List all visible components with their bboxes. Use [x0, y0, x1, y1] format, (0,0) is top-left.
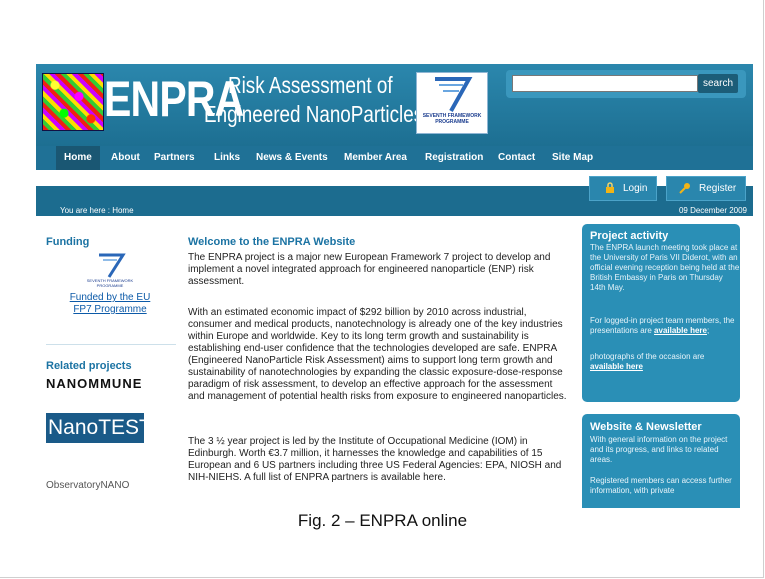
funding-link-line2: FP7 Programme	[73, 304, 147, 315]
nav-item-partners[interactable]: Partners	[154, 146, 195, 170]
search-area: search	[506, 70, 746, 98]
login-label: Login	[623, 183, 648, 194]
impact-paragraph: With an estimated economic impact of $29…	[188, 307, 567, 402]
search-button[interactable]: search	[698, 74, 738, 93]
nav-item-contact[interactable]: Contact	[498, 146, 535, 170]
nav-item-member-area[interactable]: Member Area	[344, 146, 407, 170]
website-screenshot: ENPRA Risk Assessment of Engineered Nano…	[36, 64, 753, 508]
figure-caption: Fig. 2 – ENPRA online	[297, 511, 468, 530]
nanoparticle-mosaic-logo	[42, 73, 104, 131]
funding-link-line1: Funded by the EU	[69, 292, 151, 303]
fp7-label: SEVENTH FRAMEWORK PROGRAMME	[422, 113, 482, 125]
main-nav: Home About Partners Links News & Events …	[36, 146, 753, 170]
members-text: Registered members can access further in…	[590, 476, 732, 495]
register-label: Register	[699, 183, 737, 194]
presentations-link[interactable]: available here	[654, 326, 707, 335]
register-button[interactable]: Register	[666, 176, 746, 201]
funding-heading: Funding	[46, 236, 90, 248]
welcome-heading: Welcome to the ENPRA Website	[188, 236, 356, 248]
photos-text: photographs of the occasion are	[590, 352, 705, 361]
header-banner: ENPRA Risk Assessment of Engineered Nano…	[36, 64, 753, 146]
site-title-line1: Risk Assessment of	[228, 72, 393, 98]
key-icon	[679, 183, 690, 194]
photos-link[interactable]: available here	[590, 362, 643, 371]
nanommune-logo[interactable]: NANOMMUNE	[46, 376, 142, 391]
fp7-seven-small-icon	[99, 253, 126, 278]
project-activity-box: Project activity The ENPRA launch meetin…	[582, 224, 740, 402]
nav-item-about[interactable]: About	[111, 146, 140, 170]
nav-item-links[interactable]: Links	[214, 146, 240, 170]
photos-link-line: available here	[590, 362, 740, 372]
project-paragraph: The 3 ½ year project is led by the Insti…	[188, 436, 562, 483]
current-date: 09 December 2009	[678, 206, 747, 215]
newsletter-text: With general information on the project …	[590, 435, 728, 464]
presentations-text: For logged-in project team members, the …	[590, 316, 740, 336]
observatorynano-logo[interactable]: ObservatoryNANO	[46, 480, 129, 491]
project-activity-text: The ENPRA launch meeting took place at t…	[590, 243, 740, 292]
fp7-logo: SEVENTH FRAMEWORK PROGRAMME	[416, 72, 488, 134]
nav-item-site-map[interactable]: Site Map	[552, 146, 593, 170]
fp7-small-label: SEVENTH FRAMEWORK PROGRAMME	[86, 278, 134, 288]
funding-link[interactable]: Funded by the EU FP7 Programme	[60, 292, 160, 316]
nav-item-news-events[interactable]: News & Events	[256, 146, 328, 170]
site-header: ENPRA Risk Assessment of Engineered Nano…	[36, 64, 753, 216]
intro-paragraph: The ENPRA project is a major new Europea…	[188, 252, 551, 287]
login-button[interactable]: Login	[589, 176, 657, 201]
project-activity-heading: Project activity	[590, 230, 669, 242]
left-divider	[46, 344, 176, 345]
search-input[interactable]	[512, 75, 698, 92]
fp7-seven-icon	[435, 77, 473, 112]
presentations-text-after: ;	[706, 326, 710, 335]
nanotest-logo[interactable]: NanoTEST	[46, 413, 152, 443]
newsletter-heading: Website & Newsletter	[590, 421, 702, 433]
nav-item-registration[interactable]: Registration	[425, 146, 483, 170]
newsletter-box: Website & Newsletter With general inform…	[582, 414, 740, 508]
breadcrumb: You are here : Home	[60, 206, 134, 215]
lock-icon	[606, 182, 614, 193]
fp7-small-logo[interactable]: SEVENTH FRAMEWORK PROGRAMME	[83, 252, 137, 290]
site-title-line2: Engineered NanoParticles	[204, 101, 424, 127]
nav-item-home[interactable]: Home	[56, 146, 100, 170]
related-projects-heading: Related projects	[46, 360, 132, 372]
